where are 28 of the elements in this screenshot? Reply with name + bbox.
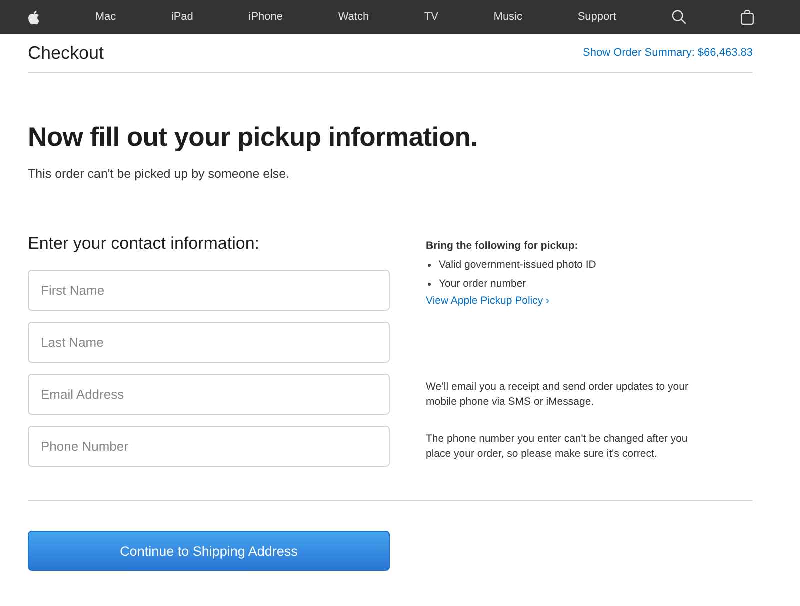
nav-link[interactable]: Music: [494, 11, 523, 23]
info-note: We’ll email you a receipt and send order updates to your mobile phone via SMS or iMessage.: [426, 380, 690, 410]
pickup-subheading: This order can't be picked up by someone else.: [28, 166, 291, 183]
shopping-bag-icon[interactable]: [740, 10, 754, 24]
nav-link[interactable]: Watch: [338, 11, 370, 23]
nav-link[interactable]: Mac: [95, 11, 116, 23]
pickup-list-title: Bring the following for pickup:: [426, 239, 580, 254]
pickup-heading: Now fill out your pickup information.: [28, 121, 479, 154]
bullet-icon: [428, 283, 431, 286]
info-note: The phone number you enter can't be changed after you place your order, so please make sure it's correct.: [426, 432, 689, 462]
search-icon[interactable]: [672, 10, 686, 24]
order-summary-link[interactable]: Show Order Summary: $66,463.83: [583, 47, 753, 59]
nav-link[interactable]: iPhone: [248, 11, 284, 23]
input-field[interactable]: Phone Number: [28, 426, 390, 467]
pickup-policy-link[interactable]: View Apple Pickup Policy ›: [426, 294, 550, 309]
bullet-icon: [428, 264, 431, 267]
page-title: Checkout: [28, 42, 104, 64]
pickup-list-item: Your order number: [439, 277, 526, 292]
apple-icon[interactable]: [27, 10, 40, 24]
nav-link[interactable]: iPad: [171, 11, 194, 23]
nav-link[interactable]: Support: [578, 11, 616, 23]
pickup-list-item: Valid government-issued photo ID: [439, 258, 596, 273]
input-field[interactable]: Last Name: [28, 322, 390, 363]
nav-link[interactable]: TV: [424, 11, 438, 23]
continue-button[interactable]: Continue to Shipping Address: [28, 531, 390, 571]
contact-section-title: Enter your contact information:: [28, 233, 261, 255]
input-field[interactable]: First Name: [28, 270, 390, 311]
input-field[interactable]: Email Address: [28, 374, 390, 415]
